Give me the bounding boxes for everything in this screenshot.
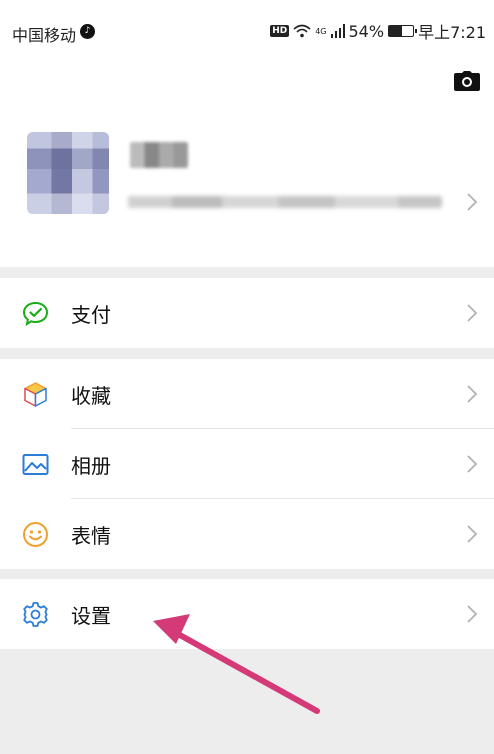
chevron-right-icon bbox=[467, 385, 478, 403]
carrier-name: 中国移动 bbox=[12, 26, 77, 45]
battery-icon bbox=[388, 25, 418, 37]
nickname bbox=[130, 142, 188, 168]
chevron-right-icon bbox=[467, 193, 478, 211]
smiley-icon bbox=[23, 522, 48, 547]
pay-group: 支付 bbox=[0, 278, 494, 348]
image-icon bbox=[22, 454, 49, 475]
clock: 早上7:21 bbox=[418, 23, 486, 42]
camera-icon[interactable] bbox=[454, 71, 480, 91]
cube-icon bbox=[24, 382, 47, 407]
menu-item-settings[interactable]: 设置 bbox=[0, 579, 494, 649]
status-indicators: HD 4G 54% 早上7:21 bbox=[270, 20, 486, 42]
content-group: 收藏 相册 表情 bbox=[0, 359, 494, 569]
menu-item-stickers[interactable]: 表情 bbox=[0, 499, 494, 569]
menu-label-pay: 支付 bbox=[71, 302, 111, 327]
menu-item-favorites[interactable]: 收藏 bbox=[0, 359, 494, 429]
chevron-right-icon bbox=[467, 304, 478, 322]
chevron-right-icon bbox=[467, 525, 478, 543]
menu-label-album: 相册 bbox=[71, 453, 111, 478]
chevron-right-icon bbox=[467, 455, 478, 473]
battery-level bbox=[389, 26, 403, 36]
network-type: 4G bbox=[315, 26, 327, 36]
wifi-icon bbox=[293, 24, 311, 38]
wechat-id bbox=[128, 196, 442, 208]
tiktok-notification-icon: ♪ bbox=[80, 24, 95, 39]
signal-icon bbox=[330, 24, 345, 38]
menu-item-album[interactable]: 相册 bbox=[0, 429, 494, 499]
gear-icon bbox=[23, 602, 48, 627]
battery-percent: 54% bbox=[348, 21, 385, 41]
wechat-pay-icon bbox=[22, 301, 49, 327]
chevron-right-icon bbox=[467, 605, 478, 623]
settings-group: 设置 bbox=[0, 579, 494, 649]
menu-item-pay[interactable]: 支付 bbox=[0, 278, 494, 348]
avatar[interactable] bbox=[27, 132, 109, 214]
menu-label-stickers: 表情 bbox=[71, 523, 111, 548]
menu-label-favorites: 收藏 bbox=[71, 383, 111, 408]
menu-label-settings: 设置 bbox=[71, 603, 111, 628]
status-bar: 中国移动 ♪ HD 4G 54% 早上7:21 bbox=[0, 0, 494, 60]
hd-icon: HD bbox=[270, 25, 290, 37]
